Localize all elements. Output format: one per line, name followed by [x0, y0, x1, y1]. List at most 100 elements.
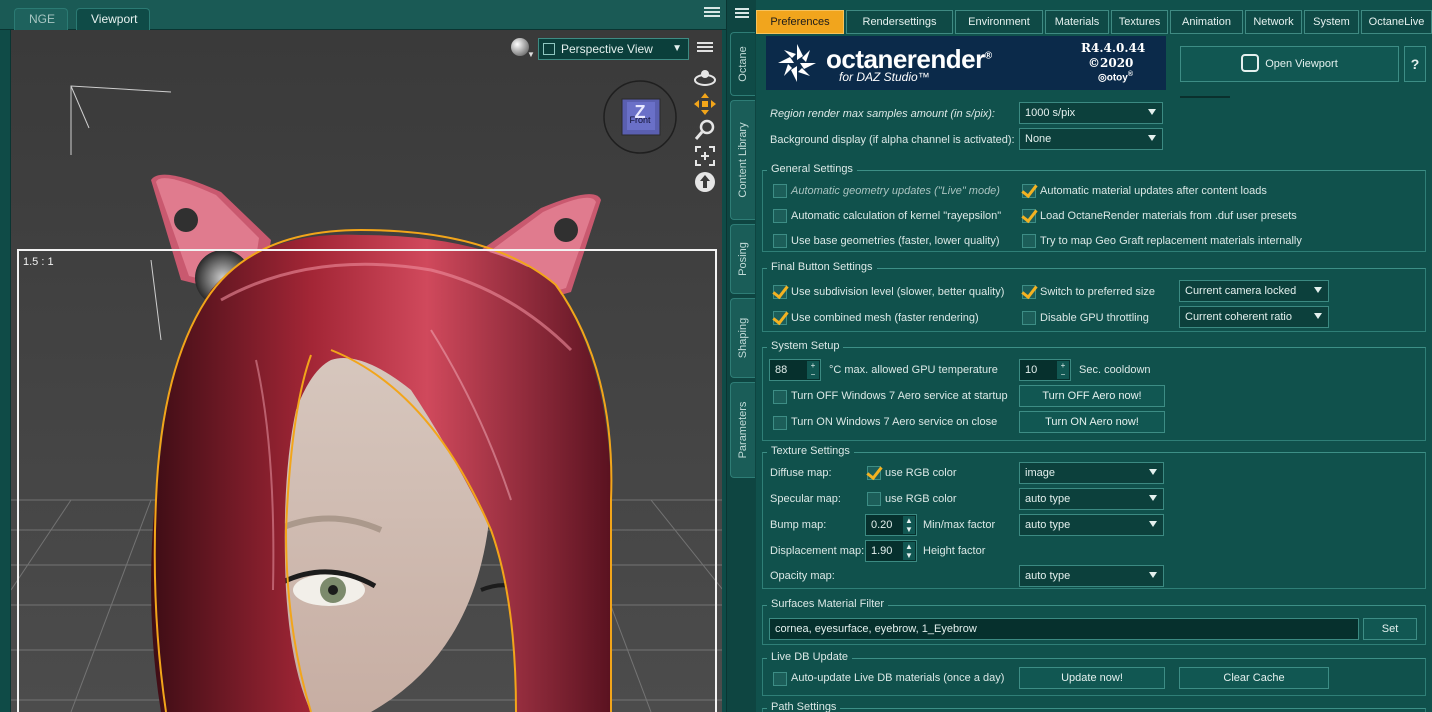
- region-samples-select[interactable]: 1000 s/pix: [1019, 102, 1163, 124]
- combined-mesh-checkbox[interactable]: [773, 311, 787, 325]
- auto-update-db-label: Auto-update Live DB materials (once a da…: [791, 672, 1005, 684]
- coherent-ratio-select[interactable]: Current coherent ratio: [1179, 306, 1329, 328]
- aero-on-button[interactable]: Turn ON Aero now!: [1019, 411, 1165, 433]
- spin-up-icon[interactable]: ▲: [903, 516, 915, 525]
- reset-camera-icon[interactable]: [693, 170, 717, 194]
- specular-type-select[interactable]: auto type: [1019, 488, 1164, 510]
- otoy-icon: ◎: [1098, 72, 1107, 84]
- auto-update-db-checkbox[interactable]: [773, 672, 787, 686]
- bump-factor-label: Min/max factor: [923, 519, 996, 531]
- tab-rendersettings[interactable]: Rendersettings: [846, 10, 953, 34]
- system-setup-group: System Setup 88 + − °C max. allowed GPU te…: [762, 340, 1426, 441]
- app-root: NGE Viewport 1.5: 1 ▼ Perspective View …: [0, 0, 1432, 712]
- view-selector[interactable]: Perspective View ▼: [538, 38, 689, 60]
- viewport-pane: NGE Viewport 1.5: 1 ▼ Perspective View …: [0, 0, 726, 712]
- tab-viewport[interactable]: Viewport: [76, 8, 150, 30]
- pan-icon[interactable]: [693, 92, 717, 116]
- viewport-tabbar: NGE Viewport: [0, 0, 726, 30]
- chevron-down-icon: [1314, 313, 1322, 319]
- tab-environment[interactable]: Environment: [955, 10, 1043, 34]
- octane-banner: octanerender® for DAZ Studio™ R4.4.0.44 …: [766, 36, 1166, 90]
- tab-nge[interactable]: NGE: [14, 8, 68, 30]
- camera-lock-value: Current camera locked: [1185, 285, 1297, 297]
- camera-lock-select[interactable]: Current camera locked: [1179, 280, 1329, 302]
- diffuse-rgb-checkbox[interactable]: [867, 466, 881, 480]
- auto-material-updates-checkbox[interactable]: [1022, 184, 1036, 198]
- aero-on-label: Turn ON Windows 7 Aero service on close: [791, 416, 998, 428]
- update-now-button[interactable]: Update now!: [1019, 667, 1165, 689]
- preferred-size-checkbox[interactable]: [1022, 285, 1036, 299]
- opacity-type-select[interactable]: auto type: [1019, 565, 1164, 587]
- rayepsilon-checkbox[interactable]: [773, 209, 787, 223]
- side-tab-strip: Octane Content Library Posing Shaping Pa…: [726, 0, 756, 712]
- otoy-label: otoy: [1106, 72, 1128, 84]
- frame-icon[interactable]: [693, 144, 717, 168]
- open-viewport-label: Open Viewport: [1265, 58, 1338, 70]
- bump-factor-spinbox[interactable]: 0.20 ▲ ▼: [865, 514, 917, 536]
- clear-cache-button[interactable]: Clear Cache: [1179, 667, 1329, 689]
- spin-up-icon[interactable]: +: [807, 361, 819, 370]
- tab-posing[interactable]: Posing: [730, 224, 755, 294]
- geograft-map-checkbox[interactable]: [1022, 234, 1036, 248]
- cube-front-label: Front: [629, 115, 651, 125]
- specular-rgb-checkbox[interactable]: [867, 492, 881, 506]
- tab-octane[interactable]: Octane: [730, 32, 755, 96]
- spin-down-icon[interactable]: ▼: [903, 525, 915, 534]
- background-display-select[interactable]: None: [1019, 128, 1163, 150]
- aero-off-button[interactable]: Turn OFF Aero now!: [1019, 385, 1165, 407]
- spin-up-icon[interactable]: +: [1057, 361, 1069, 370]
- gpu-temp-spinbox[interactable]: 88 + −: [769, 359, 821, 381]
- tab-preferences[interactable]: Preferences: [756, 10, 844, 34]
- path-settings-group: Path Settings: [762, 701, 1426, 712]
- logo-reg: ®: [984, 50, 992, 62]
- zoom-icon[interactable]: [693, 118, 717, 142]
- specular-map-label: Specular map:: [770, 493, 841, 505]
- combined-mesh-label: Use combined mesh (faster rendering): [791, 312, 979, 324]
- preferences-scroll-area[interactable]: Region render max samples amount (in s/p…: [762, 92, 1426, 712]
- set-filter-button[interactable]: Set: [1363, 618, 1417, 640]
- chevron-down-icon: [1148, 109, 1156, 115]
- gpu-throttling-checkbox[interactable]: [1022, 311, 1036, 325]
- load-duf-presets-checkbox[interactable]: [1022, 209, 1036, 223]
- aero-off-checkbox[interactable]: [773, 390, 787, 404]
- open-viewport-button[interactable]: Open Viewport: [1180, 46, 1399, 82]
- spin-down-icon[interactable]: −: [1057, 370, 1069, 379]
- bump-type-select[interactable]: auto type: [1019, 514, 1164, 536]
- live-mode-checkbox[interactable]: [773, 184, 787, 198]
- chevron-down-icon: [1148, 135, 1156, 141]
- tab-animation[interactable]: Animation: [1170, 10, 1243, 34]
- tab-parameters[interactable]: Parameters: [730, 382, 755, 478]
- spin-up-icon[interactable]: ▲: [903, 542, 915, 551]
- tab-shaping[interactable]: Shaping: [730, 298, 755, 378]
- auto-material-updates-label: Automatic material updates after content…: [1040, 185, 1267, 197]
- tab-network[interactable]: Network: [1245, 10, 1302, 34]
- tab-system[interactable]: System: [1304, 10, 1359, 34]
- chevron-down-icon: [1149, 469, 1157, 475]
- tab-octanelive[interactable]: OctaneLive: [1361, 10, 1432, 34]
- base-geometries-checkbox[interactable]: [773, 234, 787, 248]
- side-menu-icon[interactable]: [735, 8, 749, 20]
- height-factor-spinbox[interactable]: 1.90 ▲ ▼: [865, 540, 917, 562]
- spin-down-icon[interactable]: ▼: [903, 551, 915, 560]
- live-db-title: Live DB Update: [767, 651, 853, 663]
- tab-textures[interactable]: Textures: [1111, 10, 1168, 34]
- tab-materials[interactable]: Materials: [1045, 10, 1109, 34]
- viewport-menu-icon[interactable]: [697, 42, 713, 56]
- diffuse-type-select[interactable]: image: [1019, 462, 1164, 484]
- cooldown-spinbox[interactable]: 10 + −: [1019, 359, 1071, 381]
- texture-settings-group: Texture Settings Diffuse map: use RGB co…: [762, 445, 1426, 589]
- surfaces-filter-input[interactable]: cornea, eyesurface, eyebrow, 1_Eyebrow: [769, 618, 1359, 640]
- rayepsilon-label: Automatic calculation of kernel "rayepsi…: [791, 210, 1002, 222]
- height-factor-value: 1.90: [871, 545, 893, 557]
- spin-down-icon[interactable]: −: [807, 370, 819, 379]
- aero-on-checkbox[interactable]: [773, 416, 787, 430]
- view-cube[interactable]: Z Front: [603, 80, 677, 154]
- tab-content-library[interactable]: Content Library: [730, 100, 755, 220]
- subdivision-checkbox[interactable]: [773, 285, 787, 299]
- pane-menu-icon[interactable]: [704, 7, 720, 21]
- otoy-reg: ®: [1127, 71, 1134, 78]
- 3d-viewport[interactable]: 1.5 : 1 ▼ Perspective View ▼ Z Front: [10, 30, 722, 712]
- tab-posing-label: Posing: [737, 242, 749, 276]
- help-button[interactable]: ?: [1404, 46, 1426, 82]
- orbit-icon[interactable]: [693, 66, 717, 90]
